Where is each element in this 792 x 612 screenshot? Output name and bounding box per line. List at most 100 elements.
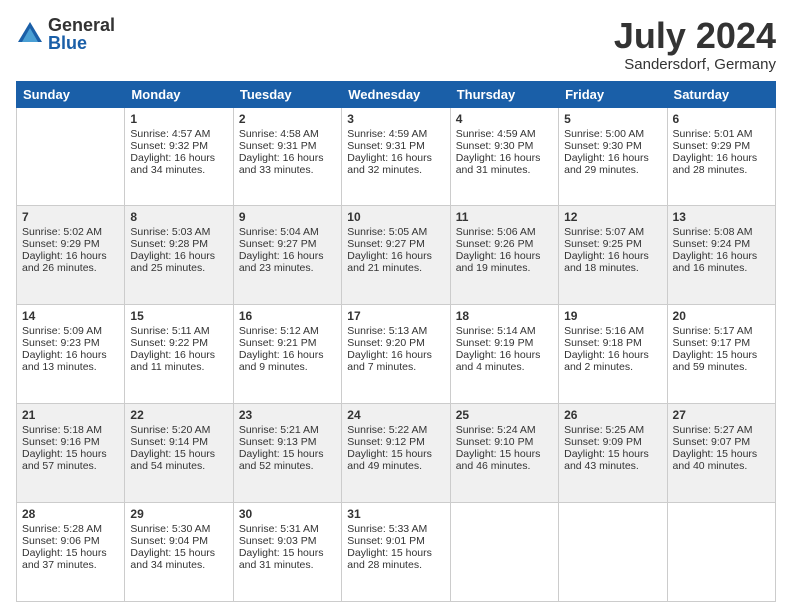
sunrise-text: Sunrise: 5:05 AM xyxy=(347,226,427,238)
daylight-text: Daylight: 16 hours and 11 minutes. xyxy=(130,349,215,373)
daylight-text: Daylight: 16 hours and 13 minutes. xyxy=(22,349,107,373)
day-number: 2 xyxy=(239,112,336,126)
sunset-text: Sunset: 9:31 PM xyxy=(347,140,425,152)
sunset-text: Sunset: 9:01 PM xyxy=(347,535,425,547)
daylight-text: Daylight: 15 hours and 57 minutes. xyxy=(22,448,107,472)
col-tuesday: Tuesday xyxy=(233,81,341,107)
daylight-text: Daylight: 16 hours and 32 minutes. xyxy=(347,152,432,176)
col-monday: Monday xyxy=(125,81,233,107)
col-friday: Friday xyxy=(559,81,667,107)
logo: General Blue xyxy=(16,16,115,52)
sunrise-text: Sunrise: 5:33 AM xyxy=(347,523,427,535)
sunrise-text: Sunrise: 5:18 AM xyxy=(22,424,102,436)
sunrise-text: Sunrise: 5:01 AM xyxy=(673,128,753,140)
table-row: 18 Sunrise: 5:14 AM Sunset: 9:19 PM Dayl… xyxy=(450,305,558,404)
sunset-text: Sunset: 9:04 PM xyxy=(130,535,208,547)
day-number: 30 xyxy=(239,507,336,521)
day-number: 12 xyxy=(564,210,661,224)
day-number: 29 xyxy=(130,507,227,521)
sunrise-text: Sunrise: 5:30 AM xyxy=(130,523,210,535)
sunrise-text: Sunrise: 5:21 AM xyxy=(239,424,319,436)
sunrise-text: Sunrise: 4:58 AM xyxy=(239,128,319,140)
day-number: 11 xyxy=(456,210,553,224)
day-number: 5 xyxy=(564,112,661,126)
table-row: 11 Sunrise: 5:06 AM Sunset: 9:26 PM Dayl… xyxy=(450,206,558,305)
calendar-table: Sunday Monday Tuesday Wednesday Thursday… xyxy=(16,81,776,602)
sunset-text: Sunset: 9:29 PM xyxy=(22,238,100,250)
day-number: 17 xyxy=(347,309,444,323)
daylight-text: Daylight: 16 hours and 23 minutes. xyxy=(239,250,324,274)
daylight-text: Daylight: 15 hours and 46 minutes. xyxy=(456,448,541,472)
sunset-text: Sunset: 9:12 PM xyxy=(347,436,425,448)
day-number: 8 xyxy=(130,210,227,224)
daylight-text: Daylight: 15 hours and 31 minutes. xyxy=(239,547,324,571)
sunrise-text: Sunrise: 5:03 AM xyxy=(130,226,210,238)
day-number: 16 xyxy=(239,309,336,323)
daylight-text: Daylight: 16 hours and 18 minutes. xyxy=(564,250,649,274)
calendar-week-row: 21 Sunrise: 5:18 AM Sunset: 9:16 PM Dayl… xyxy=(17,404,776,503)
table-row: 31 Sunrise: 5:33 AM Sunset: 9:01 PM Dayl… xyxy=(342,503,450,602)
table-row: 24 Sunrise: 5:22 AM Sunset: 9:12 PM Dayl… xyxy=(342,404,450,503)
day-number: 10 xyxy=(347,210,444,224)
table-row: 6 Sunrise: 5:01 AM Sunset: 9:29 PM Dayli… xyxy=(667,107,775,206)
day-number: 20 xyxy=(673,309,770,323)
day-number: 21 xyxy=(22,408,119,422)
table-row: 27 Sunrise: 5:27 AM Sunset: 9:07 PM Dayl… xyxy=(667,404,775,503)
sunset-text: Sunset: 9:07 PM xyxy=(673,436,751,448)
table-row: 26 Sunrise: 5:25 AM Sunset: 9:09 PM Dayl… xyxy=(559,404,667,503)
table-row: 23 Sunrise: 5:21 AM Sunset: 9:13 PM Dayl… xyxy=(233,404,341,503)
sunrise-text: Sunrise: 4:57 AM xyxy=(130,128,210,140)
sunset-text: Sunset: 9:03 PM xyxy=(239,535,317,547)
day-number: 1 xyxy=(130,112,227,126)
table-row xyxy=(667,503,775,602)
sunset-text: Sunset: 9:06 PM xyxy=(22,535,100,547)
sunrise-text: Sunrise: 5:13 AM xyxy=(347,325,427,337)
day-number: 4 xyxy=(456,112,553,126)
table-row: 2 Sunrise: 4:58 AM Sunset: 9:31 PM Dayli… xyxy=(233,107,341,206)
sunrise-text: Sunrise: 5:11 AM xyxy=(130,325,209,337)
table-row: 12 Sunrise: 5:07 AM Sunset: 9:25 PM Dayl… xyxy=(559,206,667,305)
daylight-text: Daylight: 16 hours and 31 minutes. xyxy=(456,152,541,176)
sunrise-text: Sunrise: 5:28 AM xyxy=(22,523,102,535)
daylight-text: Daylight: 15 hours and 40 minutes. xyxy=(673,448,758,472)
daylight-text: Daylight: 15 hours and 37 minutes. xyxy=(22,547,107,571)
day-number: 9 xyxy=(239,210,336,224)
sunset-text: Sunset: 9:23 PM xyxy=(22,337,100,349)
day-number: 25 xyxy=(456,408,553,422)
day-number: 13 xyxy=(673,210,770,224)
daylight-text: Daylight: 15 hours and 28 minutes. xyxy=(347,547,432,571)
sunset-text: Sunset: 9:21 PM xyxy=(239,337,317,349)
day-number: 22 xyxy=(130,408,227,422)
sunset-text: Sunset: 9:10 PM xyxy=(456,436,534,448)
sunset-text: Sunset: 9:27 PM xyxy=(347,238,425,250)
day-number: 14 xyxy=(22,309,119,323)
daylight-text: Daylight: 16 hours and 25 minutes. xyxy=(130,250,215,274)
table-row: 3 Sunrise: 4:59 AM Sunset: 9:31 PM Dayli… xyxy=(342,107,450,206)
sunset-text: Sunset: 9:18 PM xyxy=(564,337,642,349)
day-number: 27 xyxy=(673,408,770,422)
day-number: 19 xyxy=(564,309,661,323)
sunset-text: Sunset: 9:16 PM xyxy=(22,436,100,448)
table-row: 8 Sunrise: 5:03 AM Sunset: 9:28 PM Dayli… xyxy=(125,206,233,305)
daylight-text: Daylight: 15 hours and 59 minutes. xyxy=(673,349,758,373)
table-row: 1 Sunrise: 4:57 AM Sunset: 9:32 PM Dayli… xyxy=(125,107,233,206)
sunset-text: Sunset: 9:30 PM xyxy=(564,140,642,152)
col-wednesday: Wednesday xyxy=(342,81,450,107)
daylight-text: Daylight: 15 hours and 34 minutes. xyxy=(130,547,215,571)
sunrise-text: Sunrise: 5:31 AM xyxy=(239,523,319,535)
page: General Blue July 2024 Sandersdorf, Germ… xyxy=(0,0,792,612)
daylight-text: Daylight: 16 hours and 19 minutes. xyxy=(456,250,541,274)
sunrise-text: Sunrise: 5:17 AM xyxy=(673,325,753,337)
daylight-text: Daylight: 16 hours and 21 minutes. xyxy=(347,250,432,274)
sunrise-text: Sunrise: 5:02 AM xyxy=(22,226,102,238)
logo-text: General Blue xyxy=(48,16,115,52)
table-row: 30 Sunrise: 5:31 AM Sunset: 9:03 PM Dayl… xyxy=(233,503,341,602)
daylight-text: Daylight: 16 hours and 7 minutes. xyxy=(347,349,432,373)
logo-blue: Blue xyxy=(48,34,115,52)
table-row xyxy=(559,503,667,602)
table-row: 21 Sunrise: 5:18 AM Sunset: 9:16 PM Dayl… xyxy=(17,404,125,503)
sunrise-text: Sunrise: 5:24 AM xyxy=(456,424,536,436)
calendar-week-row: 14 Sunrise: 5:09 AM Sunset: 9:23 PM Dayl… xyxy=(17,305,776,404)
table-row: 20 Sunrise: 5:17 AM Sunset: 9:17 PM Dayl… xyxy=(667,305,775,404)
table-row: 16 Sunrise: 5:12 AM Sunset: 9:21 PM Dayl… xyxy=(233,305,341,404)
